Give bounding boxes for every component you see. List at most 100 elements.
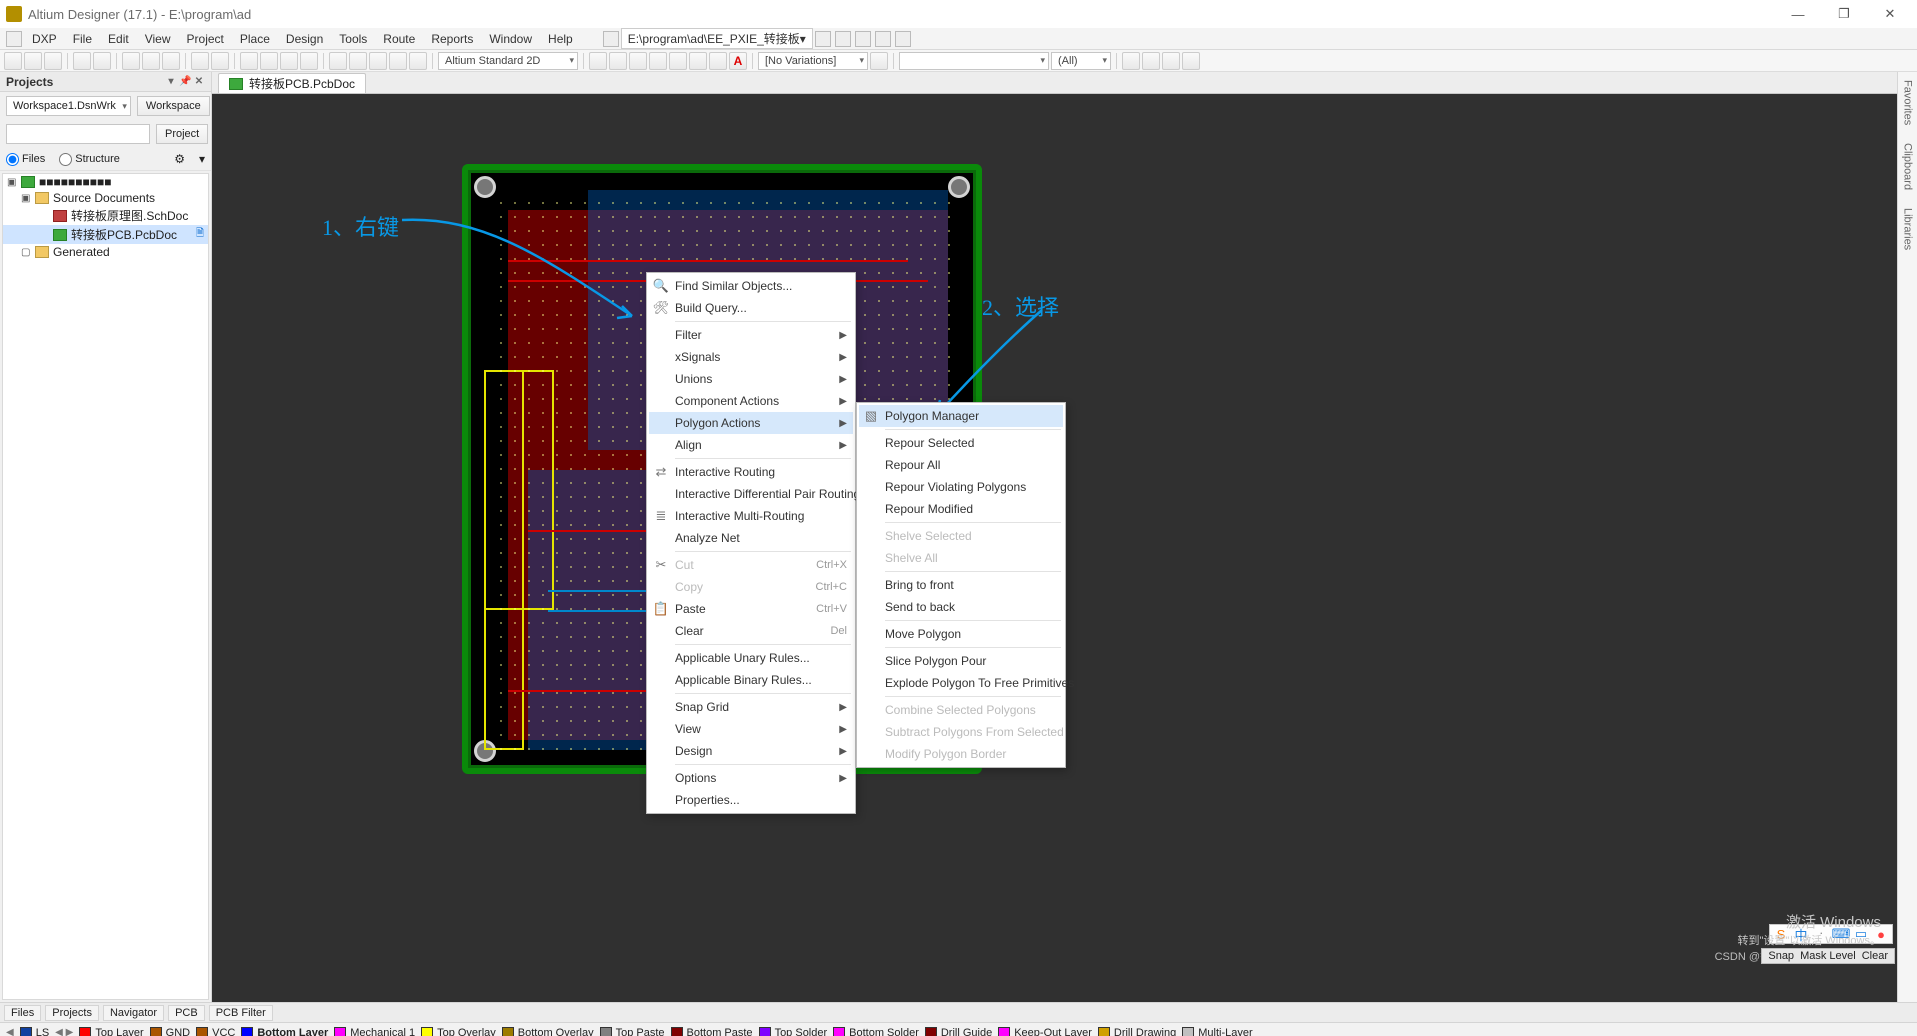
tool-grid-icon[interactable] [329,52,347,70]
menu-item[interactable]: Analyze Net [649,527,853,549]
path-display[interactable]: E:\program\ad\EE_PXIE_转接板▾ [621,28,813,49]
menu-item[interactable]: xSignals▶ [649,346,853,368]
submenu-item[interactable]: Repour All [859,454,1063,476]
menu-item[interactable]: Polygon Actions▶ [649,412,853,434]
menu-item[interactable]: ⇄Interactive Routing [649,461,853,483]
tool-poly-icon[interactable] [629,52,647,70]
layer-chip[interactable]: Top Layer [79,1027,143,1036]
tree-root[interactable]: ■■■■■■■■■■ [39,175,111,189]
menu-tools[interactable]: Tools [331,30,375,48]
tool-string-icon[interactable] [709,52,727,70]
submenu-item[interactable]: Send to back [859,596,1063,618]
tool-move-icon[interactable] [260,52,278,70]
radio-structure[interactable]: Structure [59,153,120,166]
polygon-actions-submenu[interactable]: ▧Polygon Manager Repour SelectedRepour Al… [856,402,1066,768]
tool-dim-icon[interactable] [649,52,667,70]
menu-route[interactable]: Route [375,30,423,48]
tree-source-documents[interactable]: Source Documents [53,191,155,205]
tool-3d-icon[interactable] [409,52,427,70]
submenu-item[interactable]: ▧Polygon Manager [859,405,1063,427]
quick-icons[interactable]: S中ᐧ⌨▭● [1769,924,1893,944]
help-icon[interactable] [895,31,911,47]
bottom-tab[interactable]: Files [4,1005,41,1021]
snap-options-popup[interactable]: SnapMask LevelClear [1761,948,1895,964]
bottom-tab[interactable]: Navigator [103,1005,164,1021]
tool-undo-icon[interactable] [191,52,209,70]
tool-new-icon[interactable] [4,52,22,70]
tool-collapse-icon[interactable] [1142,52,1160,70]
panel-close-icon[interactable]: ✕ [193,76,205,88]
menu-item[interactable]: Component Actions▶ [649,390,853,412]
tool-print-icon[interactable] [73,52,91,70]
view-mode-combo[interactable]: Altium Standard 2D [438,52,578,70]
submenu-item[interactable]: Repour Selected [859,432,1063,454]
layer-chip[interactable]: GND [150,1027,190,1036]
snap-option[interactable]: Mask Level [1800,950,1856,962]
tool-zoom-icon[interactable] [280,52,298,70]
layer-chip[interactable]: Bottom Solder [833,1027,919,1036]
layer-chip[interactable]: Multi-Layer [1182,1027,1252,1036]
nav-back-icon[interactable] [815,31,831,47]
folder-icon[interactable] [603,31,619,47]
layer-chip[interactable]: Top Overlay [421,1027,496,1036]
tool-pad-icon[interactable] [689,52,707,70]
tool-board-icon[interactable] [389,52,407,70]
rail-tab[interactable]: Clipboard [1902,139,1914,194]
menu-item[interactable]: View▶ [649,718,853,740]
layer-chip[interactable]: Top Solder [759,1027,828,1036]
view-options2-icon[interactable]: ▾ [199,152,205,166]
tool-save-icon[interactable] [44,52,62,70]
tool-preview-icon[interactable] [93,52,111,70]
menu-item[interactable]: Design▶ [649,740,853,762]
project-tree[interactable]: ▣■■■■■■■■■■ ▣Source Documents 转接板原理图.Sch… [2,173,209,1000]
panel-pin-icon[interactable]: 📌 [179,76,191,88]
menu-item[interactable]: ≣Interactive Multi-Routing [649,505,853,527]
variation-combo[interactable]: [No Variations] [758,52,868,70]
tool-expand-icon[interactable] [1122,52,1140,70]
menu-item[interactable]: Applicable Unary Rules... [649,647,853,669]
layer-chip[interactable]: Drill Guide [925,1027,992,1036]
tree-pcbdoc[interactable]: 转接板PCB.PcbDoc [71,226,177,243]
tool-select-icon[interactable] [240,52,258,70]
context-menu[interactable]: 🔍Find Similar Objects...🛠Build Query...F… [646,272,856,814]
tool-cross-icon[interactable] [1182,52,1200,70]
tool-layers-icon[interactable] [870,52,888,70]
nav-up-icon[interactable] [875,31,891,47]
menu-file[interactable]: File [65,30,100,48]
menu-window[interactable]: Window [481,30,540,48]
menu-help[interactable]: Help [540,30,581,48]
menu-item[interactable]: Align▶ [649,434,853,456]
menu-item[interactable]: 🛠Build Query... [649,297,853,319]
nav-fwd-icon[interactable] [835,31,851,47]
layer-chip[interactable]: Drill Drawing [1098,1027,1176,1036]
tool-panel-icon[interactable] [1162,52,1180,70]
menu-item[interactable]: Options▶ [649,767,853,789]
rail-tab[interactable]: Libraries [1902,204,1914,254]
layer-chip[interactable]: Bottom Paste [671,1027,753,1036]
pcb-canvas[interactable]: 1、右键 2、选择 🔍Find Similar Objects...🛠Build… [212,94,1897,1002]
project-input[interactable] [6,124,150,144]
menu-item[interactable]: Properties... [649,789,853,811]
tool-route-icon[interactable] [589,52,607,70]
menu-dxp[interactable]: DXP [24,30,65,48]
menu-view[interactable]: View [137,30,179,48]
submenu-item[interactable]: Repour Modified [859,498,1063,520]
snap-option[interactable]: Clear [1862,950,1888,962]
submenu-item[interactable]: Bring to front [859,574,1063,596]
submenu-item[interactable]: Repour Violating Polygons [859,476,1063,498]
project-button[interactable]: Project [156,124,208,144]
menu-item[interactable]: Snap Grid▶ [649,696,853,718]
view-options-icon[interactable]: ⚙ [174,152,185,166]
filter-combo[interactable]: (All) [1051,52,1111,70]
panel-menu-icon[interactable]: ▾ [165,76,177,88]
menu-design[interactable]: Design [278,30,331,48]
menu-reports[interactable]: Reports [423,30,481,48]
tree-schdoc[interactable]: 转接板原理图.SchDoc [71,207,188,224]
submenu-item[interactable]: Move Polygon [859,623,1063,645]
document-tab[interactable]: 转接板PCB.PcbDoc [218,73,366,93]
tool-cut-icon[interactable] [122,52,140,70]
menu-item[interactable]: Interactive Differential Pair Routing [649,483,853,505]
rail-tab[interactable]: Favorites [1902,76,1914,129]
bottom-tab[interactable]: Projects [45,1005,99,1021]
tool-grid3-icon[interactable] [369,52,387,70]
